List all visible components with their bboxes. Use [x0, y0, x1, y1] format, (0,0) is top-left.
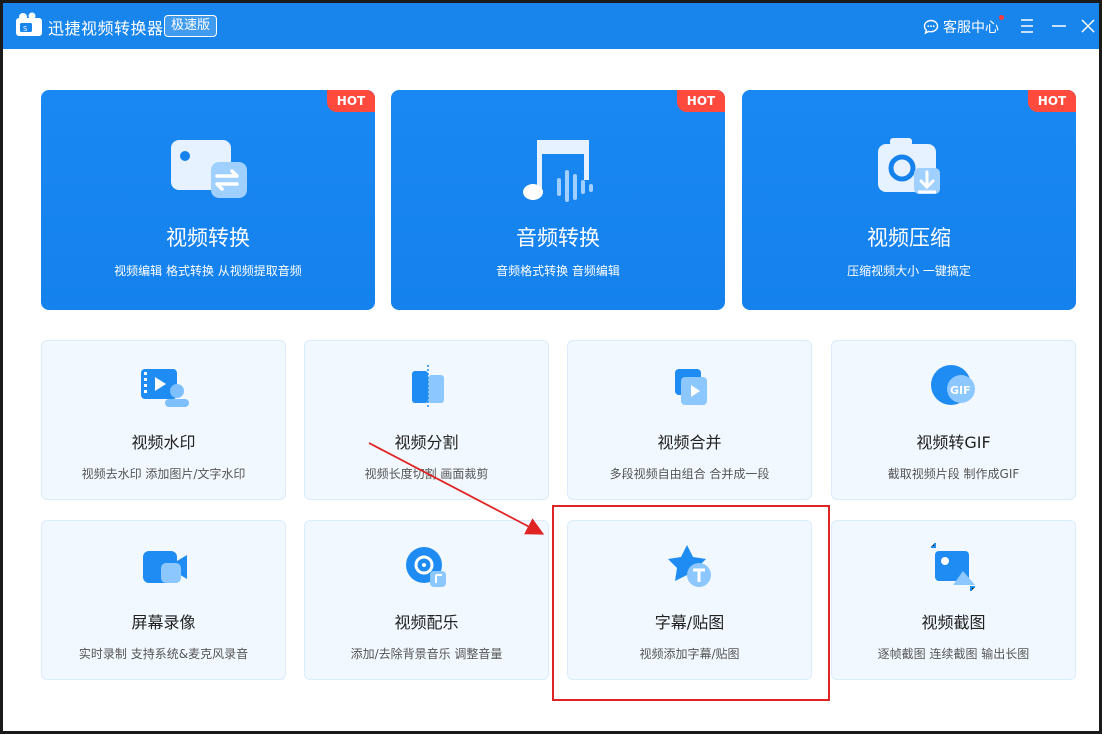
- tool-card-music[interactable]: 视频配乐 添加/去除背景音乐 调整音量: [304, 520, 549, 680]
- tool-title: 视频转GIF: [916, 433, 991, 452]
- video-compress-icon: [878, 138, 940, 194]
- watermark-icon: [141, 369, 189, 407]
- title-bar: S 迅捷视频转换器 极速版 客服中心: [3, 3, 1099, 49]
- video-compress-card[interactable]: HOT 视频压缩 压缩视频大小 一键搞定: [742, 90, 1076, 310]
- audio-convert-icon: [523, 140, 593, 202]
- tool-card-merge[interactable]: 视频合并 多段视频自由组合 合并成一段: [567, 340, 812, 500]
- customer-service-button[interactable]: 客服中心: [923, 15, 1004, 37]
- app-logo-icon: S: [16, 12, 42, 36]
- svg-text:GIF: GIF: [950, 384, 971, 397]
- video-convert-card[interactable]: HOT 视频转换 视频编辑 格式转换 从视频提取音频: [41, 90, 375, 310]
- card-description: 压缩视频大小 一键搞定: [847, 264, 971, 278]
- split-icon: [412, 365, 444, 409]
- card-description: 视频编辑 格式转换 从视频提取音频: [114, 264, 302, 278]
- app-window: S 迅捷视频转换器 极速版 客服中心 HOT 视频转换 视频编辑 格式转换 从视…: [3, 3, 1099, 731]
- card-description: 音频格式转换 音频编辑: [496, 264, 620, 278]
- tool-description: 视频添加字幕/贴图: [639, 647, 740, 661]
- minimize-icon[interactable]: [1047, 14, 1071, 38]
- close-icon[interactable]: [1076, 14, 1099, 38]
- notification-dot: [999, 15, 1004, 20]
- tool-card-subtitle-sticker[interactable]: 字幕/贴图 视频添加字幕/贴图: [567, 520, 812, 680]
- card-title: 视频转换: [166, 226, 250, 250]
- chat-icon: [923, 19, 939, 35]
- tool-title: 字幕/贴图: [654, 613, 725, 632]
- audio-convert-card[interactable]: HOT 音频转换 音频格式转换 音频编辑: [391, 90, 725, 310]
- tool-title: 屏幕录像: [131, 613, 196, 632]
- screenshot-icon: [931, 543, 975, 591]
- tool-title: 视频配乐: [394, 613, 459, 632]
- subtitle-sticker-icon: [668, 545, 711, 587]
- customer-service-label: 客服中心: [943, 20, 999, 36]
- tool-title: 视频合并: [657, 433, 722, 452]
- tool-card-gif[interactable]: GIF 视频转GIF 截取视频片段 制作成GIF: [831, 340, 1076, 500]
- music-icon: [406, 547, 446, 587]
- tool-title: 视频水印: [131, 433, 196, 452]
- svg-text:S: S: [23, 25, 28, 33]
- screen-record-icon: [143, 551, 187, 583]
- tool-description: 逐帧截图 连续截图 输出长图: [877, 647, 1030, 661]
- tool-description: 多段视频自由组合 合并成一段: [609, 467, 770, 481]
- card-title: 音频转换: [516, 226, 600, 250]
- hot-badge: HOT: [1028, 90, 1076, 112]
- tool-description: 实时录制 支持系统&麦克风录音: [78, 647, 249, 661]
- tool-card-screen-record[interactable]: 屏幕录像 实时录制 支持系统&麦克风录音: [41, 520, 286, 680]
- hot-badge: HOT: [327, 90, 375, 112]
- gif-icon: GIF: [931, 365, 975, 405]
- menu-icon[interactable]: [1015, 14, 1039, 38]
- tool-card-watermark[interactable]: 视频水印 视频去水印 添加图片/文字水印: [41, 340, 286, 500]
- app-title: 迅捷视频转换器: [48, 19, 164, 38]
- tool-card-screenshot[interactable]: 视频截图 逐帧截图 连续截图 输出长图: [831, 520, 1076, 680]
- edition-badge: 极速版: [164, 15, 218, 37]
- hot-badge: HOT: [677, 90, 725, 112]
- tool-description: 视频长度切割 画面裁剪: [364, 467, 489, 481]
- tool-description: 截取视频片段 制作成GIF: [887, 467, 1020, 481]
- tool-title: 视频截图: [921, 613, 986, 632]
- tool-description: 视频去水印 添加图片/文字水印: [81, 467, 246, 481]
- tool-title: 视频分割: [394, 433, 459, 452]
- tool-description: 添加/去除背景音乐 调整音量: [350, 647, 503, 661]
- tool-card-split[interactable]: 视频分割 视频长度切割 画面裁剪: [304, 340, 549, 500]
- merge-icon: [675, 369, 707, 405]
- card-title: 视频压缩: [867, 226, 951, 250]
- video-convert-icon: [171, 140, 247, 198]
